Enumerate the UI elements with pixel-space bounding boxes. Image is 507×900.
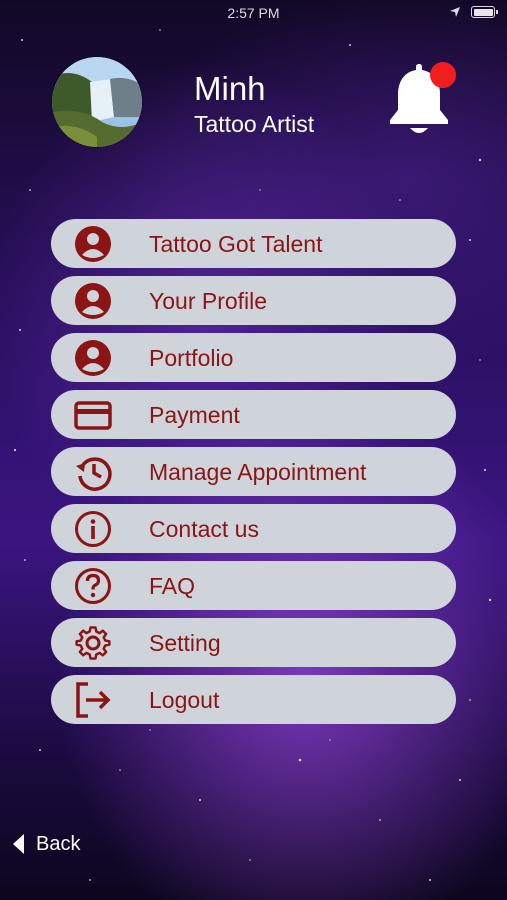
menu-label: Portfolio	[149, 345, 234, 371]
menu-label: Payment	[149, 402, 240, 428]
menu-label: Setting	[149, 630, 221, 656]
menu-item-your-profile[interactable]: Your Profile	[51, 276, 456, 325]
logout-icon	[76, 682, 111, 718]
menu-item-faq[interactable]: FAQ	[51, 561, 456, 610]
notification-badge	[430, 62, 456, 88]
back-button[interactable]: Back	[10, 828, 80, 860]
back-arrow-icon	[13, 834, 24, 854]
menu-label: Manage Appointment	[149, 459, 367, 485]
menu-item-logout[interactable]: Logout	[51, 675, 456, 724]
gear-icon	[75, 626, 111, 660]
menu-label: FAQ	[149, 573, 196, 599]
status-bar: 2:57 PM	[0, 0, 507, 28]
history-icon	[76, 457, 112, 491]
menu-label: Your Profile	[149, 288, 268, 314]
battery-icon	[471, 6, 498, 18]
menu-label: Tattoo Got Talent	[149, 231, 323, 257]
person-circle-icon	[75, 283, 111, 319]
location-arrow-icon	[450, 7, 460, 17]
back-label: Back	[36, 832, 81, 855]
question-icon	[75, 568, 111, 604]
menu-item-portfolio[interactable]: Portfolio	[51, 333, 456, 382]
menu-item-tattoo-got-talent[interactable]: Tattoo Got Talent	[51, 219, 456, 268]
info-icon	[75, 511, 111, 547]
person-circle-icon	[75, 226, 111, 262]
menu-item-manage-appointment[interactable]: Manage Appointment	[51, 447, 456, 496]
menu-label: Contact us	[149, 516, 259, 542]
avatar-waterfall-image	[52, 57, 142, 147]
avatar[interactable]	[52, 57, 142, 147]
user-role: Tattoo Artist	[194, 111, 315, 137]
person-circle-icon	[75, 340, 111, 376]
menu-label: Logout	[149, 687, 220, 713]
credit-card-icon	[74, 401, 112, 430]
user-name: Minh	[194, 70, 266, 107]
menu-item-setting[interactable]: Setting	[51, 618, 456, 667]
menu-item-contact-us[interactable]: Contact us	[51, 504, 456, 553]
status-time: 2:57 PM	[227, 5, 280, 21]
menu-item-payment[interactable]: Payment	[51, 390, 456, 439]
